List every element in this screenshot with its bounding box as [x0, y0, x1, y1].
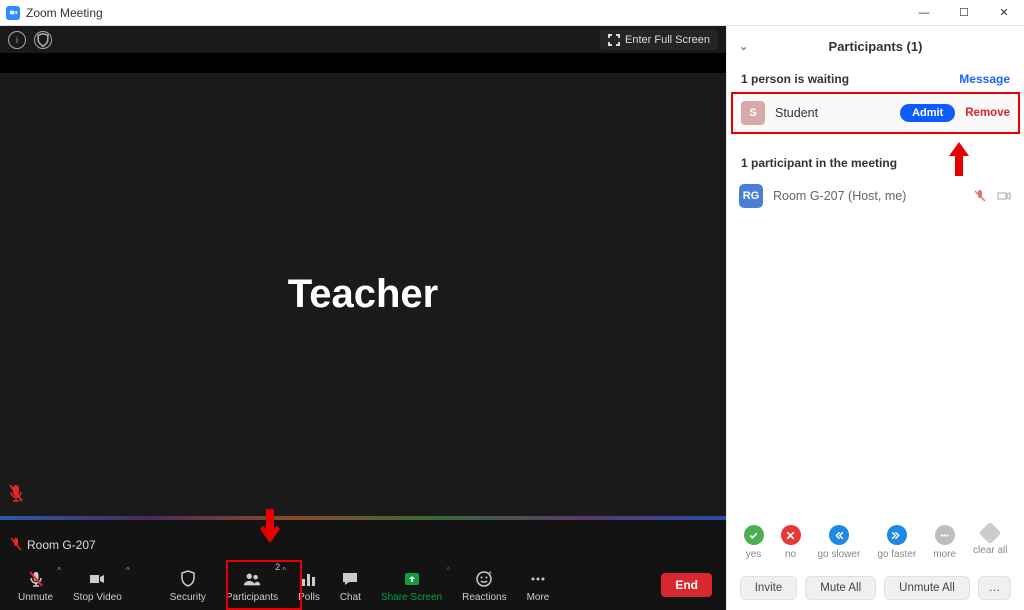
- more-button[interactable]: More: [517, 560, 560, 610]
- polls-label: Polls: [298, 592, 320, 603]
- reaction-no[interactable]: no: [781, 525, 801, 560]
- participants-more-button[interactable]: …: [978, 576, 1012, 600]
- stop-video-button[interactable]: ^ Stop Video: [63, 560, 132, 610]
- mic-muted-small-icon: [10, 537, 22, 552]
- reactions-button[interactable]: + Reactions: [452, 560, 516, 610]
- message-waiting-link[interactable]: Message: [959, 72, 1010, 86]
- share-screen-label: Share Screen: [381, 592, 442, 603]
- polls-icon: [299, 569, 319, 589]
- waiting-room-header: 1 person is waiting Message: [727, 66, 1024, 92]
- caret-up-icon[interactable]: ^: [57, 566, 61, 575]
- svg-text:+: +: [488, 570, 492, 577]
- window-maximize-button[interactable]: ☐: [944, 0, 984, 26]
- mic-muted-icon: [972, 188, 988, 204]
- collapse-panel-button[interactable]: ⌄: [739, 40, 748, 53]
- fullscreen-icon: [608, 34, 620, 46]
- remove-button[interactable]: Remove: [965, 107, 1010, 119]
- info-icon[interactable]: i: [8, 31, 26, 49]
- self-view-bar: Room G-207: [0, 520, 726, 560]
- zoom-app-icon: [6, 6, 20, 20]
- admit-button[interactable]: Admit: [900, 104, 955, 122]
- chat-button[interactable]: Chat: [330, 560, 371, 610]
- camera-icon: [996, 188, 1012, 204]
- video-main: Teacher: [0, 73, 726, 516]
- participants-header-label: Participants (1): [829, 39, 923, 54]
- more-label: More: [527, 592, 550, 603]
- unmute-button[interactable]: ^ Unmute: [8, 560, 63, 610]
- self-name-label: Room G-207: [27, 538, 96, 552]
- meeting-toolbar: ^ Unmute ^ Stop Video Security ^ 2 Parti…: [0, 560, 726, 610]
- avatar: S: [741, 101, 765, 125]
- waiting-count-label: 1 person is waiting: [741, 72, 849, 86]
- share-icon: [402, 569, 422, 589]
- waiting-participant-name: Student: [775, 106, 890, 120]
- shield-icon: [178, 569, 198, 589]
- waiting-participant-row[interactable]: S Student Admit Remove: [733, 94, 1018, 132]
- video-area: i Enter Full Screen Teacher Room G-207 ^: [0, 26, 726, 610]
- reaction-go-slower[interactable]: go slower: [818, 525, 861, 560]
- caret-up-icon[interactable]: ^: [126, 566, 130, 575]
- enter-fullscreen-button[interactable]: Enter Full Screen: [600, 30, 718, 50]
- reactions-label: Reactions: [462, 592, 506, 603]
- security-label: Security: [170, 592, 206, 603]
- enter-fullscreen-label: Enter Full Screen: [625, 34, 710, 46]
- chat-icon: [340, 569, 360, 589]
- participants-panel: ⌄ Participants (1) 1 person is waiting M…: [726, 26, 1024, 610]
- annotation-box-admit: S Student Admit Remove: [731, 92, 1020, 134]
- participants-count: 2: [275, 562, 280, 572]
- window-title: Zoom Meeting: [26, 6, 103, 20]
- invite-button[interactable]: Invite: [740, 576, 798, 600]
- mic-icon: [26, 569, 46, 589]
- caret-up-icon[interactable]: ^: [282, 566, 286, 575]
- window-minimize-button[interactable]: —: [904, 0, 944, 26]
- avatar: RG: [739, 184, 763, 208]
- video-icon: [87, 569, 107, 589]
- in-meeting-count-label: 1 participant in the meeting: [741, 156, 897, 170]
- self-name-chip: Room G-207: [10, 537, 96, 552]
- mute-all-button[interactable]: Mute All: [805, 576, 876, 600]
- stop-video-label: Stop Video: [73, 592, 122, 603]
- reaction-go-faster[interactable]: go faster: [877, 525, 916, 560]
- annotation-arrow-down: [257, 507, 283, 547]
- reaction-more[interactable]: more: [933, 525, 956, 560]
- more-icon: [528, 569, 548, 589]
- reaction-bar: yes no go slower go faster more clear al…: [727, 515, 1024, 568]
- host-name-label: Room G-207 (Host, me): [773, 189, 962, 203]
- mic-muted-icon: [8, 483, 24, 508]
- participants-button[interactable]: ^ 2 Participants: [216, 560, 288, 610]
- caret-up-icon[interactable]: ^: [446, 566, 450, 575]
- chat-label: Chat: [340, 592, 361, 603]
- host-participant-row[interactable]: RG Room G-207 (Host, me): [727, 176, 1024, 216]
- participants-footer: Invite Mute All Unmute All …: [727, 568, 1024, 610]
- window-close-button[interactable]: ✕: [984, 0, 1024, 26]
- security-button[interactable]: Security: [160, 560, 216, 610]
- unmute-label: Unmute: [18, 592, 53, 603]
- share-screen-button[interactable]: ^ Share Screen: [371, 560, 452, 610]
- participants-panel-header: ⌄ Participants (1): [727, 26, 1024, 66]
- unmute-all-button[interactable]: Unmute All: [884, 576, 970, 600]
- end-meeting-button[interactable]: End: [661, 573, 712, 597]
- video-participant-label: Teacher: [288, 272, 438, 317]
- reaction-yes[interactable]: yes: [744, 525, 764, 560]
- reaction-clear-all[interactable]: clear all: [973, 525, 1007, 560]
- shield-icon[interactable]: [34, 31, 52, 49]
- annotation-arrow-up: [946, 140, 972, 180]
- participants-label: Participants: [226, 592, 278, 603]
- people-icon: [242, 569, 262, 589]
- polls-button[interactable]: Polls: [288, 560, 330, 610]
- window-titlebar: Zoom Meeting — ☐ ✕: [0, 0, 1024, 26]
- in-meeting-header: 1 participant in the meeting: [727, 134, 1024, 176]
- smile-icon: +: [474, 569, 494, 589]
